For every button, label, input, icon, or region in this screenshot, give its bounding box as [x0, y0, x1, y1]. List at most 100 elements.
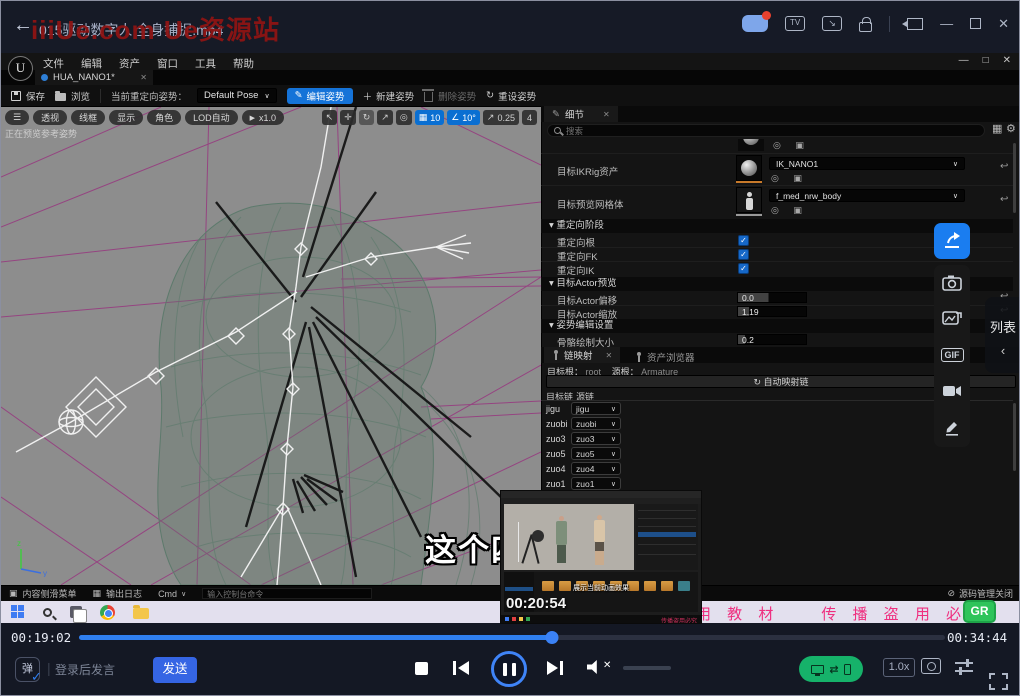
- chain-source-select[interactable]: zuo3∨: [571, 432, 621, 445]
- danmaku-input-wrap[interactable]: [55, 657, 151, 682]
- chain-scrollbar[interactable]: [1013, 403, 1016, 471]
- previous-button[interactable]: [453, 661, 473, 675]
- menu-edit[interactable]: 编辑: [81, 56, 102, 71]
- new-pose-button[interactable]: ＋新建姿势: [363, 89, 415, 103]
- grid-snap-toggle[interactable]: ▦10: [415, 110, 445, 125]
- player-settings-button[interactable]: [955, 659, 973, 680]
- chain-mapping-tab[interactable]: 链映射 ✕: [544, 347, 620, 363]
- mesh-asset-buttons[interactable]: ◎ ▣: [771, 205, 808, 216]
- rotate-tool[interactable]: ↻: [359, 110, 375, 125]
- task-view-icon[interactable]: [70, 606, 82, 618]
- mesh-select[interactable]: f_med_nrw_body∨: [769, 189, 965, 202]
- cmd-select[interactable]: Cmd∨: [158, 589, 186, 599]
- progress-track[interactable]: [79, 635, 945, 640]
- dock-side-icon[interactable]: [907, 18, 923, 30]
- asset-browser-tab[interactable]: 资产浏览器: [635, 350, 695, 364]
- scale-tool[interactable]: ↗: [377, 110, 393, 125]
- actor-offset-field[interactable]: 0.0: [737, 292, 807, 303]
- world-local-toggle[interactable]: ◎: [396, 110, 412, 125]
- source-control-status[interactable]: ⊘源码管理关闭: [947, 587, 1013, 600]
- ue-minimize[interactable]: —: [959, 55, 969, 66]
- playlist-tab[interactable]: 列表 ‹: [985, 297, 1020, 373]
- lod-button[interactable]: LOD自动: [185, 110, 238, 125]
- maximize-button[interactable]: [970, 18, 981, 29]
- chain-source-select[interactable]: zuo1∨: [571, 477, 621, 490]
- content-drawer-button[interactable]: ▣内容侧滑菜单: [9, 587, 77, 600]
- fullscreen-button[interactable]: [989, 673, 1008, 690]
- details-scrollbar[interactable]: [1013, 143, 1016, 213]
- details-search[interactable]: [547, 124, 985, 137]
- tab-close-icon[interactable]: ✕: [140, 73, 147, 82]
- save-button[interactable]: 保存: [11, 89, 45, 103]
- retarget-fk-checkbox[interactable]: ✓: [738, 249, 749, 260]
- taskbar-search-icon[interactable]: [43, 608, 52, 617]
- minimize-button[interactable]: —: [940, 16, 953, 31]
- ue-close[interactable]: ✕: [1003, 55, 1011, 66]
- close-button[interactable]: ✕: [998, 16, 1009, 32]
- settings-gear-icon[interactable]: ⚙: [1006, 122, 1016, 135]
- revert-icon[interactable]: ↩: [1000, 194, 1008, 205]
- playback-speed-button[interactable]: ▶x1.0: [242, 110, 284, 125]
- console-input[interactable]: [203, 590, 371, 599]
- progress-handle[interactable]: [545, 631, 558, 644]
- retarget-root-checkbox[interactable]: ✓: [738, 235, 749, 246]
- wireframe-button[interactable]: 线框: [71, 110, 105, 125]
- chrome-icon[interactable]: [100, 605, 115, 620]
- details-tab-close[interactable]: ✕: [603, 110, 610, 119]
- character-button[interactable]: 角色: [147, 110, 181, 125]
- pip-preview[interactable]: 展示当前动画效果 00:20:54 传播盗用必究: [501, 491, 701, 623]
- angle-snap-toggle[interactable]: ∠10°: [447, 110, 480, 125]
- select-tool[interactable]: ↖: [322, 110, 338, 125]
- miniplayer-icon[interactable]: ↘: [822, 16, 842, 31]
- ikrig-asset-buttons[interactable]: ◎ ▣: [771, 173, 808, 184]
- chain-source-select[interactable]: zuo5∨: [571, 447, 621, 460]
- windows-start-icon[interactable]: [11, 605, 25, 619]
- camera-speed-button[interactable]: 4: [522, 110, 537, 125]
- show-button[interactable]: 显示: [109, 110, 143, 125]
- menu-help[interactable]: 帮助: [233, 56, 254, 71]
- display-filter-icon[interactable]: ▦: [992, 122, 1002, 135]
- viewport[interactable]: ☰ 透视 线框 显示 角色 LOD自动 ▶x1.0 正在预览参考姿势 ↖ ✛ ↻…: [1, 107, 541, 585]
- mesh-thumbnail[interactable]: [736, 187, 762, 213]
- bone-size-field[interactable]: 0.2: [737, 334, 807, 345]
- gamepad-icon[interactable]: [742, 15, 768, 32]
- console-input-wrap[interactable]: [202, 588, 372, 599]
- perspective-button[interactable]: 透视: [33, 110, 67, 125]
- image-button[interactable]: [934, 301, 970, 337]
- record-button[interactable]: [934, 373, 970, 409]
- screenshot-button[interactable]: [934, 265, 970, 301]
- browse-button[interactable]: 浏览: [55, 89, 90, 103]
- ikrig-select[interactable]: IK_NANO1∨: [769, 157, 965, 170]
- explorer-icon[interactable]: [133, 608, 149, 619]
- chain-tab-close[interactable]: ✕: [606, 351, 613, 360]
- delete-pose-button[interactable]: 删除姿势: [424, 89, 476, 103]
- actor-scale-field[interactable]: 1.19: [737, 306, 807, 317]
- scale-snap-toggle[interactable]: ↗0.25: [483, 110, 519, 125]
- cast-to-device-button[interactable]: ⇄: [799, 656, 863, 682]
- output-log-button[interactable]: ▦输出日志: [93, 587, 143, 600]
- edit-pose-button[interactable]: ✎编辑姿势: [287, 88, 353, 104]
- asset-tab[interactable]: HUA_NANO1* ✕: [35, 70, 153, 85]
- viewport-menu-button[interactable]: ☰: [5, 110, 29, 125]
- details-tab[interactable]: ✎ 细节 ✕: [544, 106, 618, 122]
- menu-asset[interactable]: 资产: [119, 56, 140, 71]
- volume-slider[interactable]: [623, 666, 671, 670]
- move-tool[interactable]: ✛: [340, 110, 356, 125]
- chain-source-select[interactable]: zuobi∨: [571, 417, 621, 430]
- ikrig-thumbnail[interactable]: [736, 155, 762, 181]
- danmaku-input[interactable]: [55, 657, 151, 682]
- lock-icon[interactable]: [859, 22, 872, 32]
- note-button[interactable]: [934, 409, 970, 445]
- playback-speed-button[interactable]: 1.0x: [883, 658, 915, 677]
- revert-icon[interactable]: ↩: [1000, 161, 1008, 172]
- menu-tools[interactable]: 工具: [195, 56, 216, 71]
- back-button[interactable]: ←: [13, 14, 33, 37]
- next-button[interactable]: [547, 661, 567, 675]
- menu-window[interactable]: 窗口: [157, 56, 178, 71]
- retarget-ik-checkbox[interactable]: ✓: [738, 263, 749, 274]
- gif-button[interactable]: GIF: [934, 337, 970, 373]
- pose-select[interactable]: Default Pose∨: [197, 88, 277, 103]
- menu-file[interactable]: 文件: [43, 56, 64, 71]
- snapshot-button[interactable]: [921, 658, 941, 674]
- search-input[interactable]: [566, 126, 978, 136]
